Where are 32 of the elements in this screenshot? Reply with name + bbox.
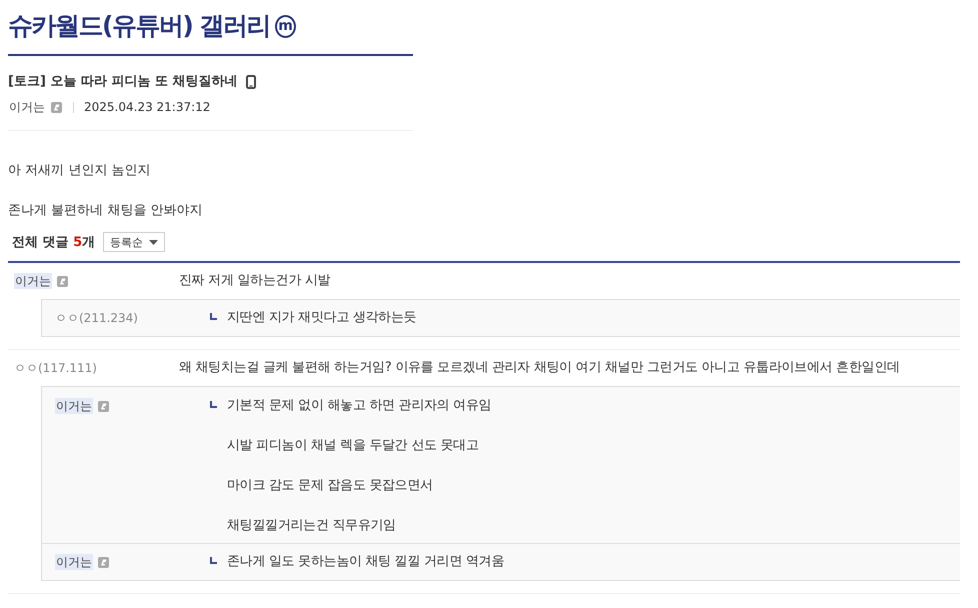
body-text: 존나게 불편하네 채팅을 안봐야지 — [8, 202, 204, 220]
nickname[interactable]: 이거는 — [8, 99, 46, 115]
comment-text: 존나게 일도 못하는놈이 채팅 낄낄 거리면 역겨움 — [227, 553, 504, 571]
comment-text: 진짜 저게 일하는건가 시발 — [179, 272, 332, 290]
comment-count: 전체 댓글 5개 — [12, 234, 96, 251]
nickname-badge-icon — [57, 276, 68, 286]
nickname[interactable]: ㅇㅇ — [55, 310, 79, 326]
ip-address: (211.234) — [79, 311, 138, 325]
nickname[interactable]: 이거는 — [14, 273, 52, 289]
comment-text: 채팅낄낄거리는건 직무유기임 — [227, 517, 397, 535]
post-date: 2025.04.23 21:37:12 — [84, 100, 210, 114]
comment-text: 지딴엔 지가 재밋다고 생각하는듯 — [227, 309, 416, 327]
nickname-badge-icon — [98, 556, 109, 568]
comment-text: 왜 채팅치는걸 글케 불편해 하는거임? 이유를 모르겠네 관리자 채팅이 여기 채널만 그런거도 아니고 유툽라이브에서 흔한일인데 — [179, 359, 901, 377]
nickname-badge-icon — [51, 102, 62, 112]
comment-text: 시발 피디놈이 채널 렉을 두달간 선도 못대고 — [227, 437, 480, 455]
body-text: 아 저새끼 년인지 놈인지 — [8, 162, 152, 180]
sort-dropdown[interactable]: 등록순 — [103, 232, 166, 252]
ip-address: (117.111) — [38, 361, 97, 375]
comment-text: 마이크 감도 문제 잡음도 못잡으면서 — [227, 477, 434, 495]
nickname-badge-icon — [98, 400, 109, 412]
reply-corner-icon — [210, 557, 217, 564]
reply-corner-icon — [210, 401, 217, 408]
nickname[interactable]: 이거는 — [55, 398, 93, 414]
nickname[interactable]: ㅇㅇ — [14, 360, 38, 376]
caret-icon — [149, 240, 158, 244]
gallery-title[interactable]: 슈카월드(유튜버) 갤러리 — [8, 10, 270, 40]
gallery-badge: m — [275, 15, 296, 38]
post-title: [토크] 오늘 따라 피디놈 또 채팅질하네 — [8, 73, 238, 91]
comment-text: 기본적 문제 없이 해놓고 하면 관리자의 여유임 — [227, 397, 492, 415]
reply-corner-icon — [210, 313, 217, 320]
nickname[interactable]: 이거는 — [55, 554, 93, 570]
